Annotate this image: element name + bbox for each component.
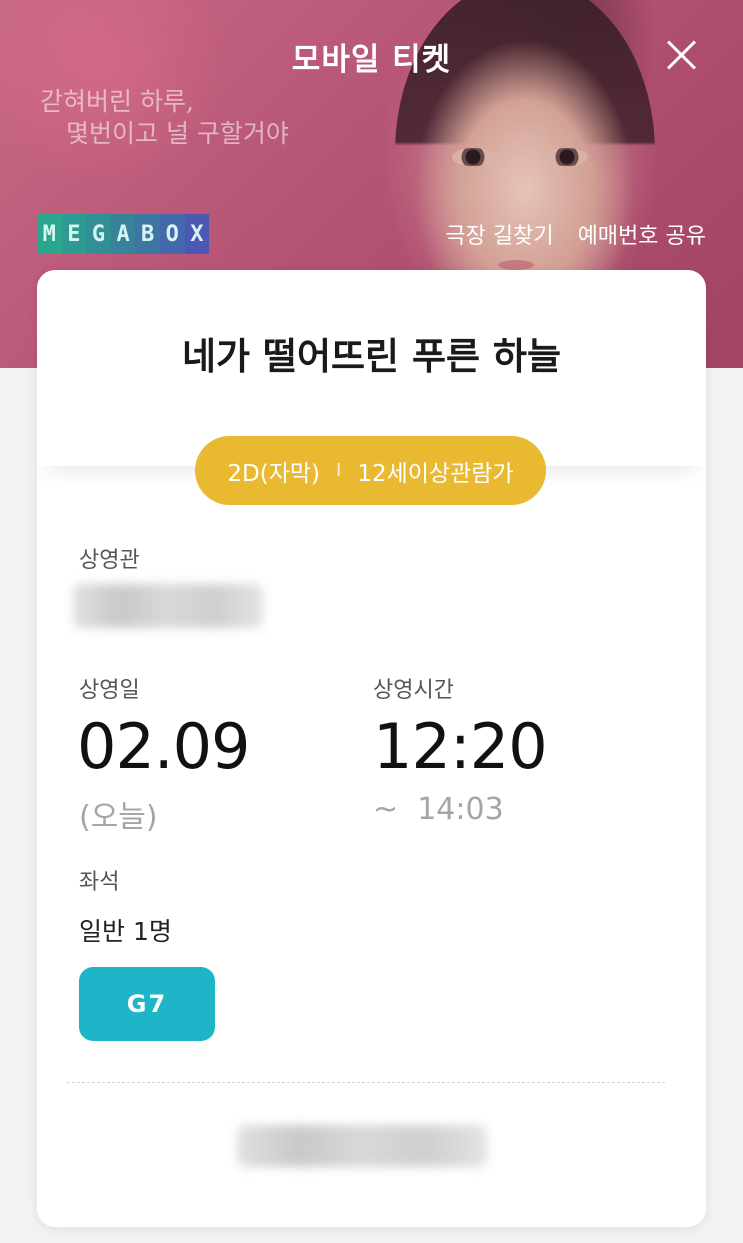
seat-description: 일반 1명 (79, 917, 172, 946)
poster-eye-left (452, 148, 494, 166)
badge-separator: I (336, 460, 342, 481)
megabox-logo: M E G A B O X (37, 214, 210, 254)
screening-date: 02.09 (77, 710, 250, 783)
screening-date-note: (오늘) (79, 800, 158, 835)
page-title: 모바일 티켓 (291, 42, 452, 78)
format-text: 2D(자막) (227, 460, 321, 487)
date-label: 상영일 (79, 678, 140, 703)
start-time: 12:20 (373, 710, 548, 783)
rating-text: 12세이상관람가 (357, 460, 514, 487)
logo-letter: G (86, 214, 111, 254)
time-label: 상영시간 (373, 678, 454, 703)
poster-tagline: 갇혀버린 하루, 몇번이고 널 구할거야 (40, 86, 289, 150)
end-time: ~ 14:03 (373, 792, 504, 827)
seat-number-button[interactable]: G7 (79, 967, 215, 1041)
movie-title: 네가 떨어뜨린 푸른 하늘 (181, 335, 562, 378)
logo-letter: A (110, 214, 136, 254)
share-booking-link[interactable]: 예매번호 공유 (578, 218, 706, 250)
poster-lips (498, 260, 534, 270)
ticket-divider (67, 1082, 665, 1083)
poster-eye-right (546, 148, 588, 166)
ticket-card: 네가 떨어뜨린 푸른 하늘 2D(자막) I 12세이상관람가 상영관 상영일 … (37, 270, 706, 1227)
logo-letter: B (135, 214, 160, 254)
theater-name-redacted (73, 584, 263, 628)
poster-tagline-line2: 몇번이고 널 구할거야 (66, 119, 289, 148)
booking-number-redacted (237, 1125, 487, 1167)
logo-letter: O (159, 214, 185, 254)
close-icon[interactable] (660, 34, 702, 76)
format-rating-badge: 2D(자막) I 12세이상관람가 (195, 436, 546, 505)
seat-label: 좌석 (79, 870, 120, 895)
directions-link[interactable]: 극장 길찾기 (445, 218, 553, 250)
top-links: 극장 길찾기 예매번호 공유 (445, 218, 706, 250)
logo-letter: X (184, 214, 210, 254)
logo-letter: M (37, 214, 62, 254)
logo-letter: E (61, 214, 87, 254)
theater-label: 상영관 (79, 548, 140, 573)
poster-tagline-line1: 갇혀버린 하루, (40, 87, 194, 116)
